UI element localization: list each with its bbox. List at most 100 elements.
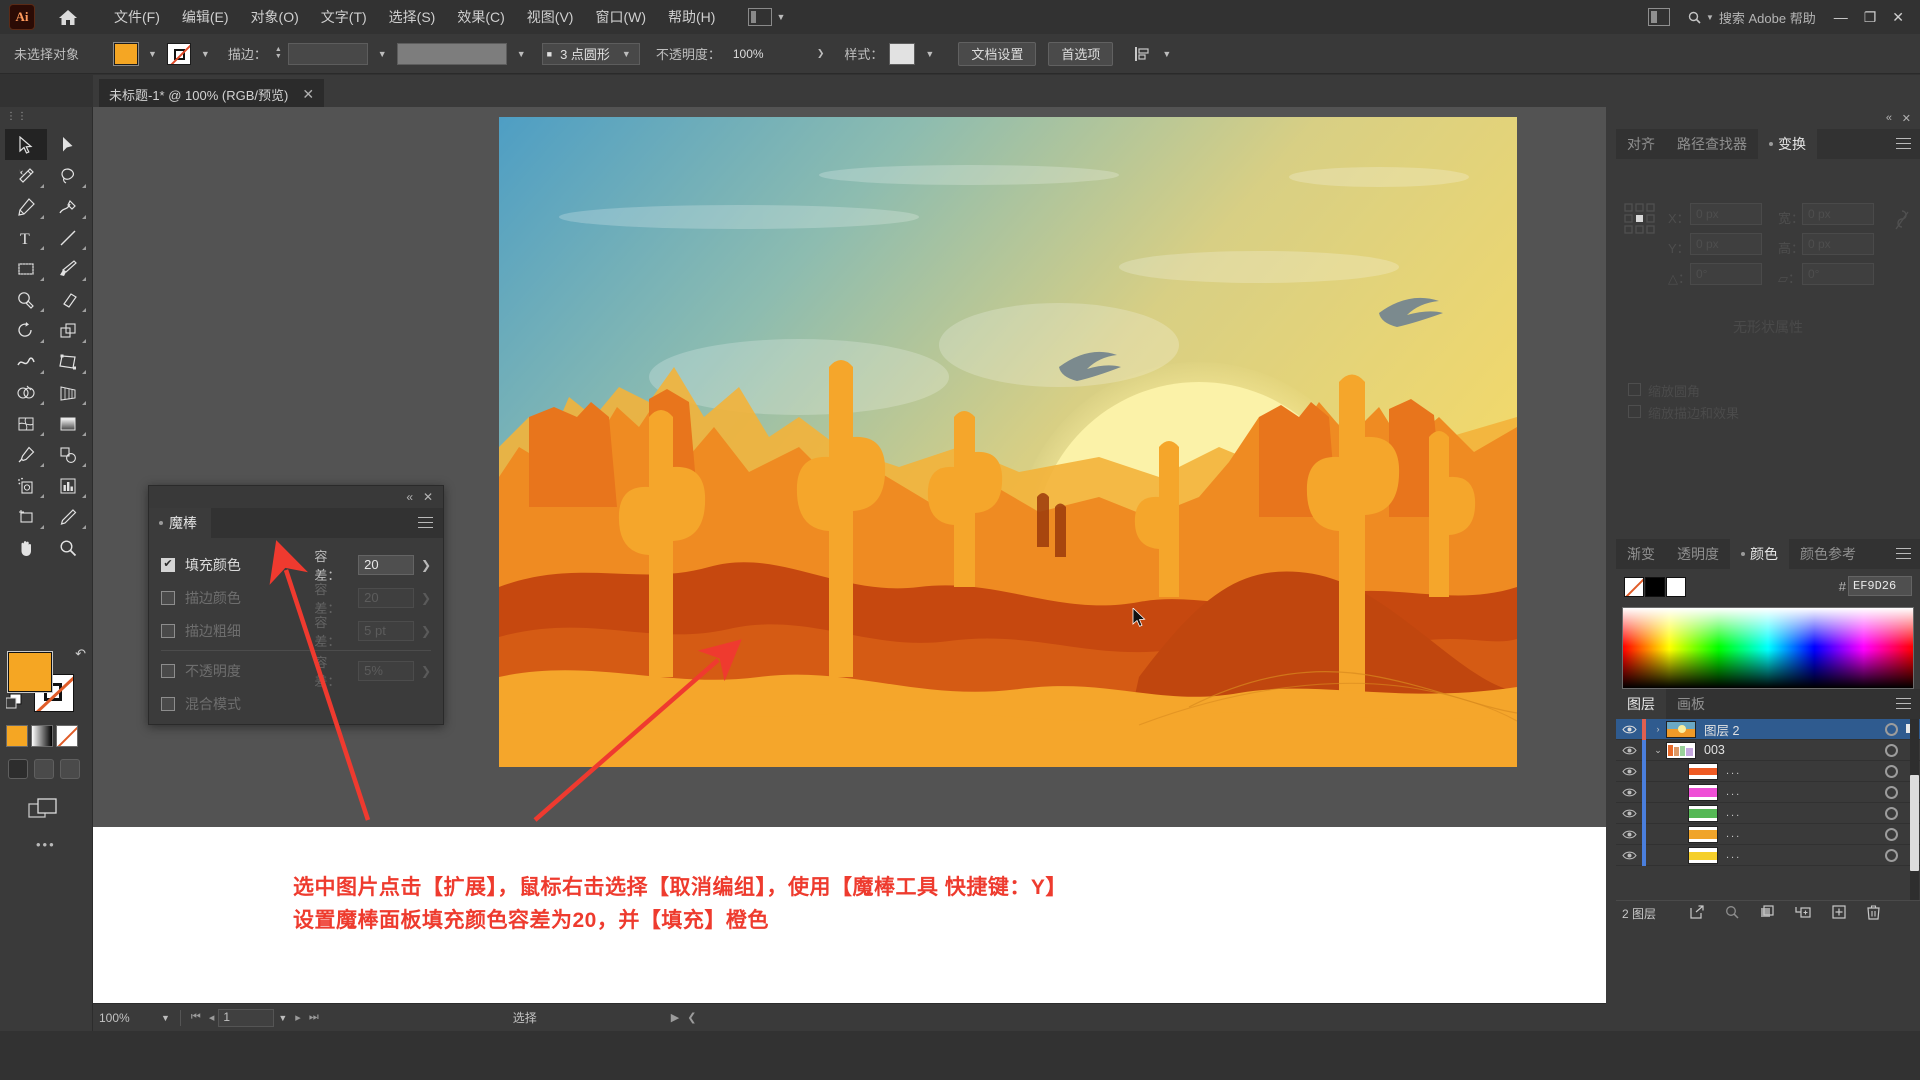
close-icon[interactable]: ✕ xyxy=(1902,112,1911,125)
zoom-level[interactable]: 100% xyxy=(99,1011,157,1025)
eraser-tool[interactable] xyxy=(47,284,89,315)
paintbrush-tool[interactable] xyxy=(47,253,89,284)
black-swatch[interactable] xyxy=(1645,577,1665,597)
scale-strokes-checkbox[interactable] xyxy=(1628,405,1641,418)
visibility-toggle-icon[interactable] xyxy=(1616,787,1642,798)
panel-menu-icon[interactable] xyxy=(1896,138,1911,149)
transform-y-input[interactable]: 0 px xyxy=(1690,233,1762,255)
transform-h-input[interactable]: 0 px xyxy=(1802,233,1874,255)
panel-menu-icon[interactable] xyxy=(1896,698,1911,709)
width-tool[interactable] xyxy=(5,346,47,377)
draw-behind-icon[interactable] xyxy=(34,759,54,779)
last-artboard-icon[interactable]: ⏭ xyxy=(305,1011,323,1024)
table-row[interactable]: ⌄ 003 xyxy=(1616,739,1920,761)
tab-magic-wand[interactable]: 魔棒 xyxy=(149,508,211,538)
reference-point-icon[interactable] xyxy=(1624,203,1656,235)
mesh-tool[interactable] xyxy=(5,408,47,439)
chevron-down-icon[interactable]: ▼ xyxy=(144,49,161,59)
transform-angle-input[interactable]: 0° xyxy=(1690,263,1762,285)
menu-object[interactable]: 对象(O) xyxy=(240,2,310,32)
target-indicator-icon[interactable] xyxy=(1885,786,1898,799)
status-resize-icon[interactable]: ❮ xyxy=(683,1011,700,1024)
chevron-down-icon[interactable]: ▼ xyxy=(921,49,938,59)
color-spectrum[interactable] xyxy=(1622,607,1914,689)
table-row[interactable]: ... xyxy=(1616,844,1920,866)
menu-window[interactable]: 窗口(W) xyxy=(584,2,657,32)
stroke-color-checkbox[interactable] xyxy=(161,590,175,605)
visibility-toggle-icon[interactable] xyxy=(1616,745,1642,756)
toolbar-drag-handle[interactable]: ⋮⋮ xyxy=(6,111,28,122)
search-adobe-help[interactable]: ▼ 搜索 Adobe 帮助 xyxy=(1688,8,1816,27)
chevron-down-icon[interactable]: ▼ xyxy=(197,49,214,59)
search-icon[interactable] xyxy=(1725,905,1739,922)
fill-color-checkbox[interactable] xyxy=(161,557,175,572)
variable-width-profile-select[interactable]: ■ 3 点圆形 ▼ xyxy=(541,42,640,65)
expand-layer-icon[interactable]: › xyxy=(1650,724,1666,734)
blend-tool[interactable] xyxy=(47,439,89,470)
shape-builder-tool[interactable] xyxy=(5,377,47,408)
slice-tool[interactable] xyxy=(47,501,89,532)
preferences-button[interactable]: 首选项 xyxy=(1048,41,1114,66)
none-swatch-icon[interactable] xyxy=(1624,577,1644,597)
close-icon[interactable]: ✕ xyxy=(302,86,314,103)
minimize-button[interactable]: — xyxy=(1834,9,1848,25)
tab-color-guide[interactable]: 颜色参考 xyxy=(1789,539,1867,569)
transform-x-input[interactable]: 0 px xyxy=(1690,203,1762,225)
artboard[interactable] xyxy=(499,117,1517,767)
hex-input[interactable]: EF9D26 xyxy=(1848,576,1912,596)
document-tab[interactable]: 未标题-1* @ 100% (RGB/预览) ✕ xyxy=(99,79,325,107)
stroke-color-swatch[interactable] xyxy=(166,42,191,65)
opacity-input[interactable]: 100% xyxy=(727,43,807,65)
line-segment-tool[interactable] xyxy=(47,222,89,253)
visibility-toggle-icon[interactable] xyxy=(1616,829,1642,840)
visibility-toggle-icon[interactable] xyxy=(1616,724,1642,735)
target-indicator-icon[interactable] xyxy=(1885,765,1898,778)
gradient-tool[interactable] xyxy=(47,408,89,439)
target-indicator-icon[interactable] xyxy=(1885,744,1898,757)
none-mode-button[interactable] xyxy=(56,725,78,747)
make-clipping-mask-icon[interactable] xyxy=(1760,905,1774,922)
perspective-grid-tool[interactable] xyxy=(47,377,89,408)
rotate-tool[interactable] xyxy=(5,315,47,346)
zoom-tool[interactable] xyxy=(47,532,89,563)
table-row[interactable]: ... xyxy=(1616,823,1920,845)
column-graph-tool[interactable] xyxy=(47,470,89,501)
status-menu-icon[interactable]: ▶ xyxy=(667,1011,683,1024)
table-row[interactable]: › 图层 2 xyxy=(1616,718,1920,740)
stroke-weight-input[interactable] xyxy=(287,42,368,65)
scale-corners-checkbox[interactable] xyxy=(1628,383,1641,396)
tab-transparency[interactable]: 透明度 xyxy=(1666,539,1730,569)
collapse-icon[interactable]: « xyxy=(406,490,413,504)
workspace-switcher[interactable]: ▼ xyxy=(748,8,799,26)
opacity-options-arrow-icon[interactable]: ❯ xyxy=(813,48,829,59)
artboard-tool[interactable] xyxy=(5,501,47,532)
graphic-style-swatch[interactable] xyxy=(889,42,916,65)
align-options[interactable]: ▼ xyxy=(1133,46,1175,62)
magic-wand-panel-titlebar[interactable]: « ✕ xyxy=(149,486,443,508)
scale-tool[interactable] xyxy=(47,315,89,346)
draw-inside-icon[interactable] xyxy=(60,759,80,779)
next-artboard-icon[interactable]: ▸ xyxy=(291,1011,305,1024)
gradient-mode-button[interactable] xyxy=(31,725,53,747)
menu-select[interactable]: 选择(S) xyxy=(378,2,447,32)
create-sublayer-icon[interactable] xyxy=(1795,905,1811,922)
menu-view[interactable]: 视图(V) xyxy=(516,2,585,32)
shaper-tool[interactable] xyxy=(5,284,47,315)
direct-selection-tool[interactable] xyxy=(47,129,89,160)
link-dimensions-icon[interactable] xyxy=(1894,209,1910,234)
chevron-down-icon[interactable]: ▼ xyxy=(374,49,391,59)
draw-normal-icon[interactable] xyxy=(8,759,28,779)
tab-transform[interactable]: 变换 xyxy=(1758,129,1817,159)
white-swatch[interactable] xyxy=(1666,577,1686,597)
menu-help[interactable]: 帮助(H) xyxy=(657,2,726,32)
free-transform-tool[interactable] xyxy=(47,346,89,377)
document-setup-button[interactable]: 文档设置 xyxy=(958,41,1037,66)
tab-layers[interactable]: 图层 xyxy=(1616,689,1666,719)
transform-w-input[interactable]: 0 px xyxy=(1802,203,1874,225)
transform-panel-titlebar[interactable]: « ✕ xyxy=(1616,107,1920,129)
fill-tolerance-input[interactable]: 20 xyxy=(358,554,414,575)
pen-tool[interactable] xyxy=(5,191,47,222)
stroke-weight-checkbox[interactable] xyxy=(161,623,175,638)
visibility-toggle-icon[interactable] xyxy=(1616,808,1642,819)
panel-collapse-bar[interactable] xyxy=(1606,107,1616,1031)
